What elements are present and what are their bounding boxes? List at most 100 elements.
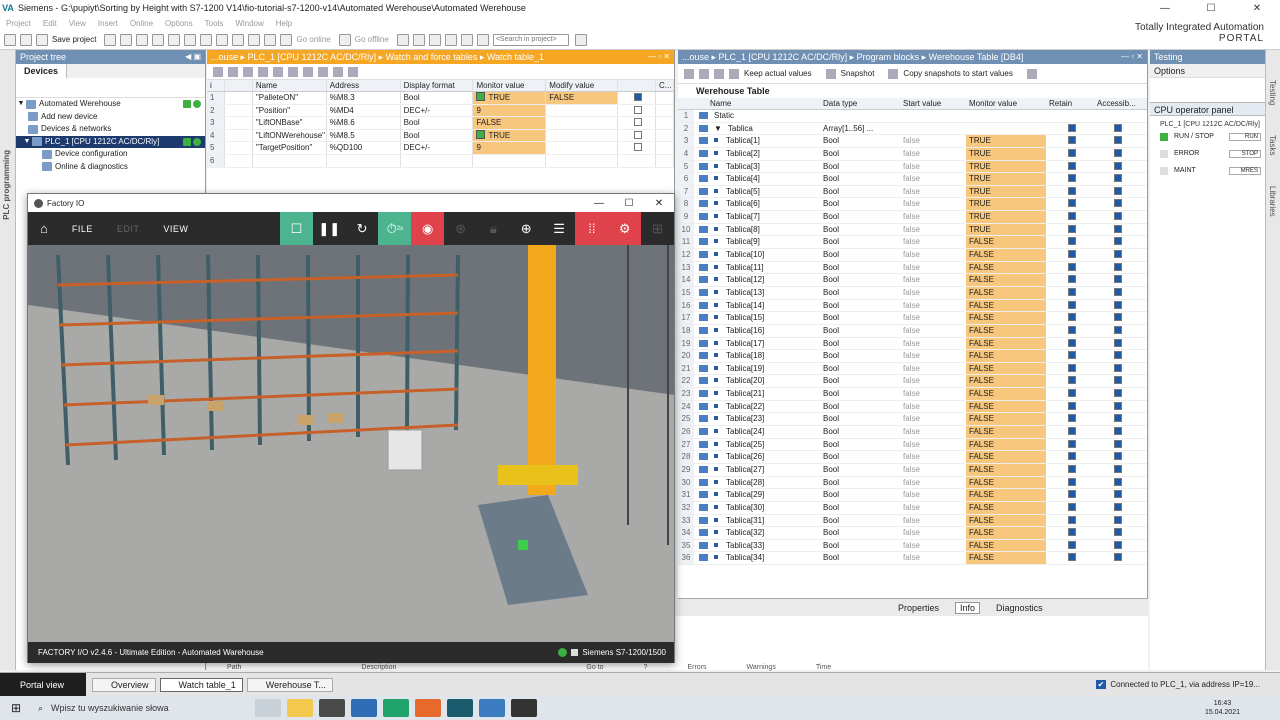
cell-accessible[interactable]: [1094, 325, 1138, 337]
cell-data-type[interactable]: Bool: [820, 375, 900, 387]
accessible-checkbox[interactable]: [1113, 452, 1122, 461]
collapse-all-icon[interactable]: [729, 68, 739, 79]
retain-checkbox[interactable]: [1067, 351, 1076, 360]
add-row-icon[interactable]: [228, 66, 238, 77]
cell-name[interactable]: Tablica[8]: [694, 224, 820, 236]
cell-accessible[interactable]: [1094, 224, 1138, 236]
db-row[interactable]: 6 Tablica[4] Bool false TRUE: [678, 173, 1147, 186]
cell-data-type[interactable]: Bool: [820, 186, 900, 198]
cell-retain[interactable]: [1046, 236, 1094, 248]
db-row[interactable]: 12 Tablica[10] Bool false FALSE: [678, 249, 1147, 262]
cell-name[interactable]: Tablica[10]: [694, 249, 820, 261]
cell-start-value[interactable]: false: [900, 135, 966, 147]
cell-display-format[interactable]: DEC+/-: [401, 104, 474, 117]
tab-overview[interactable]: Overview: [92, 677, 156, 692]
cell-retain[interactable]: [1046, 300, 1094, 312]
accessible-checkbox[interactable]: [1113, 553, 1122, 562]
simulation-icon[interactable]: [264, 33, 277, 46]
cell-name[interactable]: "LiftONWerehouse": [253, 129, 327, 142]
cell-accessible[interactable]: [1094, 249, 1138, 261]
cell-name[interactable]: Tablica[33]: [694, 540, 820, 552]
save-project-button[interactable]: Save project: [52, 35, 96, 44]
cell-retain[interactable]: [1046, 502, 1094, 514]
accessible-checkbox[interactable]: [1113, 300, 1122, 309]
db-row[interactable]: 33 Tablica[31] Bool false FALSE: [678, 514, 1147, 528]
cell-modify-check[interactable]: [618, 104, 657, 117]
cell-data-type[interactable]: Bool: [820, 161, 900, 173]
retain-checkbox[interactable]: [1067, 300, 1076, 309]
accessible-checkbox[interactable]: [1113, 224, 1122, 233]
cell-start-value[interactable]: [900, 123, 966, 135]
retain-checkbox[interactable]: [1067, 174, 1076, 183]
db-row[interactable]: 3 Tablica[1] Bool false TRUE: [678, 135, 1147, 148]
expand-icon[interactable]: ▼: [714, 124, 722, 133]
db-row[interactable]: 13 Tablica[11] Bool false FALSE: [678, 261, 1147, 275]
cell-address[interactable]: %M8.5: [327, 129, 401, 142]
retain-checkbox[interactable]: [1067, 237, 1076, 246]
cell-comment[interactable]: [656, 142, 675, 154]
retain-checkbox[interactable]: [1067, 376, 1076, 385]
mres-button[interactable]: MRES: [1229, 166, 1261, 175]
cell-name[interactable]: "LiftONBase": [253, 117, 327, 129]
modify-checkbox[interactable]: [634, 105, 643, 114]
cell-name[interactable]: Tablica[23]: [694, 413, 820, 425]
tree-item-add-device[interactable]: Add new device: [16, 111, 205, 124]
reset-icon[interactable]: ↻: [346, 212, 379, 245]
cell-start-value[interactable]: false: [900, 451, 966, 463]
accessible-checkbox[interactable]: [1113, 123, 1122, 132]
cell-accessible[interactable]: [1094, 413, 1138, 425]
tab-diagnostics[interactable]: Diagnostics: [992, 603, 1047, 613]
retain-checkbox[interactable]: [1067, 490, 1076, 499]
cell-display-format[interactable]: Bool: [401, 92, 474, 104]
modify-checkbox[interactable]: [634, 118, 643, 127]
cell-modify-value[interactable]: [546, 117, 619, 129]
cell-retain[interactable]: [1046, 198, 1094, 210]
tree-item-plc1[interactable]: ▼ PLC_1 [CPU 1212C AC/DC/Rly]: [16, 135, 205, 148]
db-row[interactable]: 16 Tablica[14] Bool false FALSE: [678, 299, 1147, 313]
cell-start-value[interactable]: false: [900, 338, 966, 350]
accessible-checkbox[interactable]: [1113, 325, 1122, 334]
start-cpu-icon[interactable]: [412, 33, 425, 46]
cell-modify-value[interactable]: [546, 154, 619, 167]
cell-retain[interactable]: [1046, 401, 1094, 413]
cell-retain[interactable]: [1046, 186, 1094, 198]
cross-ref-icon[interactable]: [444, 33, 457, 46]
cell-start-value[interactable]: false: [900, 515, 966, 527]
cell-start-value[interactable]: false: [900, 249, 966, 261]
db-row[interactable]: 20 Tablica[18] Bool false FALSE: [678, 350, 1147, 363]
side-tab-libraries[interactable]: Libraries: [1268, 186, 1277, 217]
cell-name[interactable]: Tablica[31]: [694, 515, 820, 527]
accessible-checkbox[interactable]: [1113, 148, 1122, 157]
fio-maximize-button[interactable]: ☐: [614, 198, 644, 209]
cell-retain[interactable]: [1046, 249, 1094, 261]
db-row[interactable]: 15 Tablica[13] Bool false FALSE: [678, 286, 1147, 300]
accessible-checkbox[interactable]: [1113, 338, 1122, 347]
cell-data-type[interactable]: Bool: [820, 135, 900, 147]
menu-options[interactable]: Options: [165, 19, 193, 28]
db-row[interactable]: 2 ▼ Tablica Array[1..56] ...: [678, 122, 1147, 136]
menu-tools[interactable]: Tools: [205, 19, 224, 28]
grid-icon[interactable]: ⊞: [641, 212, 674, 245]
copy-icon[interactable]: [136, 33, 149, 46]
accessible-checkbox[interactable]: [1113, 313, 1122, 322]
cell-name[interactable]: Tablica[32]: [694, 527, 820, 539]
cell-data-type[interactable]: [820, 110, 900, 122]
cell-accessible[interactable]: [1094, 211, 1138, 223]
snapshot-button[interactable]: Snapshot: [841, 69, 875, 78]
cell-accessible[interactable]: [1094, 161, 1138, 173]
cell-accessible[interactable]: [1094, 388, 1138, 400]
monitor-db-icon[interactable]: [1026, 68, 1037, 79]
cell-retain[interactable]: [1046, 287, 1094, 299]
cell-retain[interactable]: [1046, 527, 1094, 539]
tab-info[interactable]: Info: [955, 601, 981, 614]
cell-name[interactable]: Tablica[16]: [694, 325, 820, 337]
fio-driver-label[interactable]: Siemens S7-1200/1500: [582, 648, 666, 657]
cell-data-type[interactable]: Bool: [820, 249, 900, 261]
factory-io-taskbar-icon[interactable]: [511, 699, 537, 717]
db-row[interactable]: 19 Tablica[17] Bool false FALSE: [678, 337, 1147, 351]
cell-start-value[interactable]: false: [900, 312, 966, 324]
fio-menu-view[interactable]: VIEW: [163, 224, 188, 234]
list-icon[interactable]: ☰: [543, 212, 576, 245]
cell-comment[interactable]: [656, 154, 675, 167]
force-icon[interactable]: [303, 66, 313, 77]
